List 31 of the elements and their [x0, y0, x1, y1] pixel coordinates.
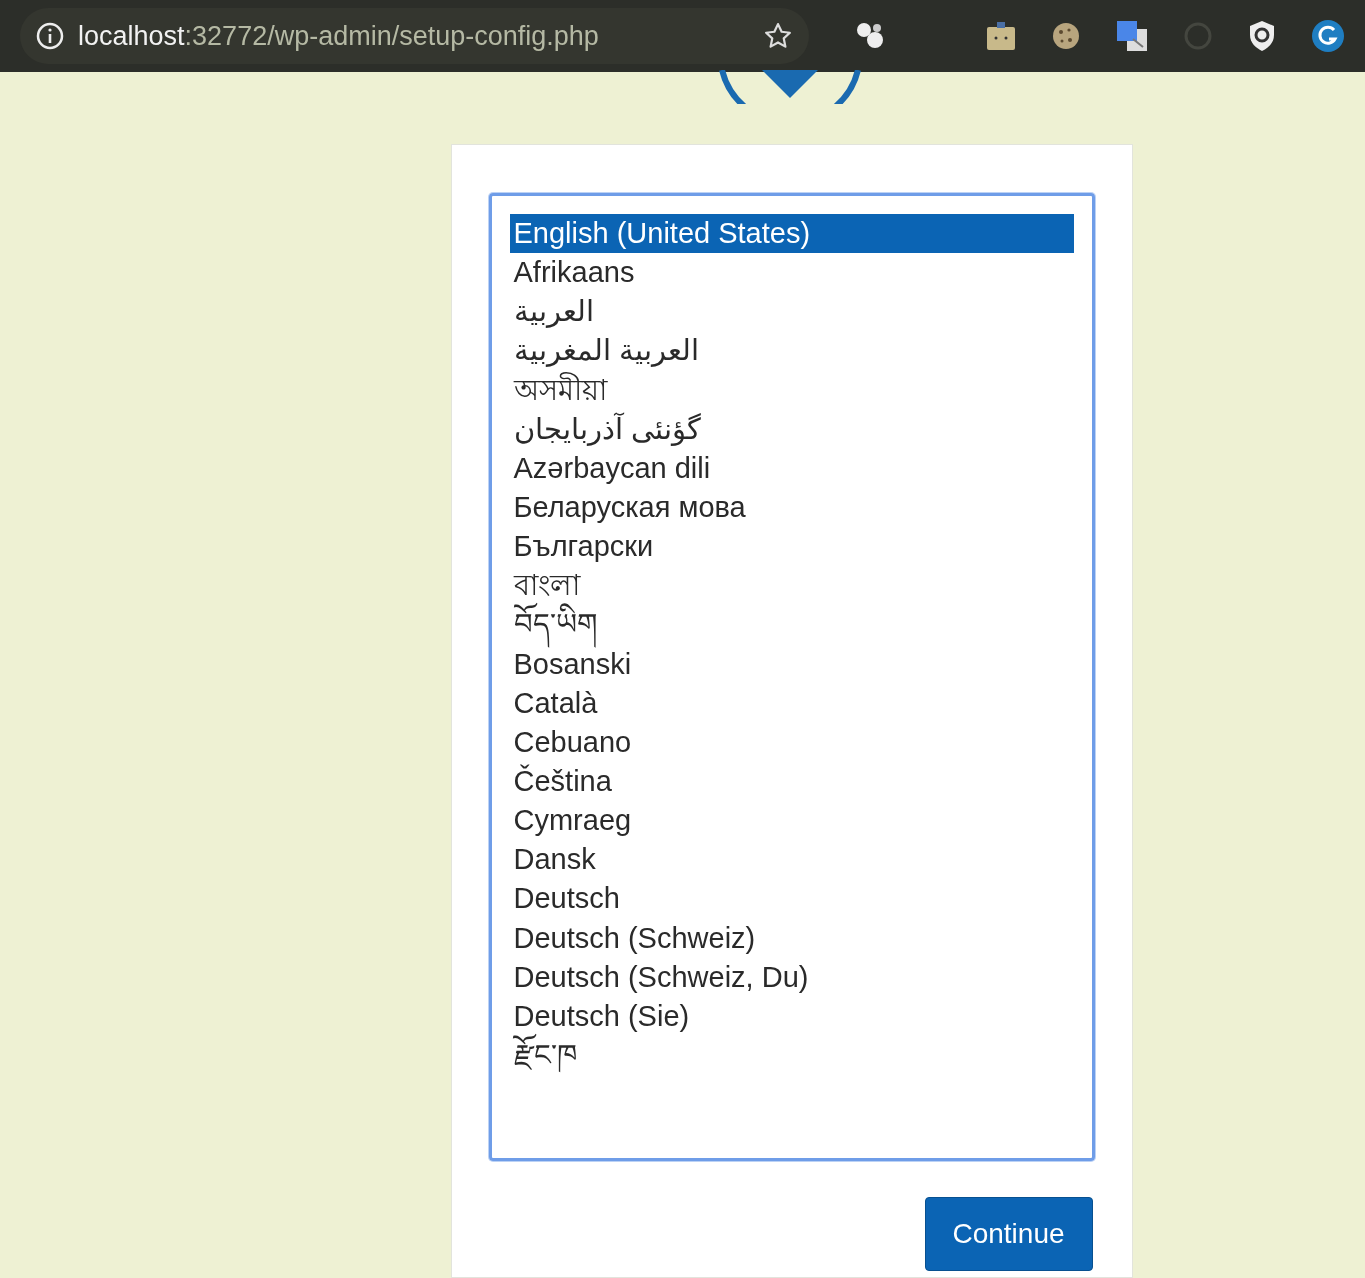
grammar-icon[interactable] [1311, 19, 1345, 53]
url-host: localhost [78, 19, 185, 53]
toolbox-icon[interactable] [985, 20, 1017, 52]
continue-button[interactable]: Continue [924, 1197, 1093, 1271]
address-bar[interactable]: localhost:32772/wp-admin/setup-config.php [20, 8, 809, 64]
shield-icon[interactable] [1247, 19, 1277, 53]
language-option[interactable]: Català [509, 683, 1074, 723]
language-option[interactable]: རྫོང་ཁ [509, 1035, 1074, 1076]
language-option[interactable]: Afrikaans [509, 253, 1074, 293]
translate-icon[interactable] [1115, 19, 1149, 53]
info-icon [36, 22, 64, 50]
language-option[interactable]: Cebuano [509, 722, 1074, 762]
language-option[interactable]: Deutsch (Schweiz) [509, 918, 1074, 958]
star-icon[interactable] [763, 21, 793, 51]
language-option[interactable]: English (United States) [509, 214, 1074, 254]
language-option[interactable]: Azərbaycan dili [509, 448, 1074, 488]
language-option[interactable]: Čeština [509, 761, 1074, 802]
url-path: :32772/wp-admin/setup-config.php [184, 19, 599, 53]
language-option[interactable]: Cymraeg [509, 801, 1074, 841]
language-option[interactable]: Deutsch [509, 879, 1074, 919]
logo-icon [718, 70, 862, 104]
language-option[interactable]: Dansk [509, 840, 1074, 880]
language-option[interactable]: অসমীয়া [509, 370, 1074, 410]
language-option[interactable]: Беларуская мова [509, 488, 1074, 528]
language-option[interactable]: Български [509, 527, 1074, 567]
language-option[interactable]: Deutsch (Schweiz, Du) [509, 957, 1074, 997]
cookie-icon[interactable] [1051, 21, 1081, 51]
language-option[interactable]: العربية [509, 292, 1074, 332]
language-listbox[interactable] [488, 193, 1095, 1161]
language-option[interactable]: العربية المغربية [509, 331, 1074, 371]
language-option[interactable]: گؤنئی آذربایجان [509, 409, 1074, 449]
